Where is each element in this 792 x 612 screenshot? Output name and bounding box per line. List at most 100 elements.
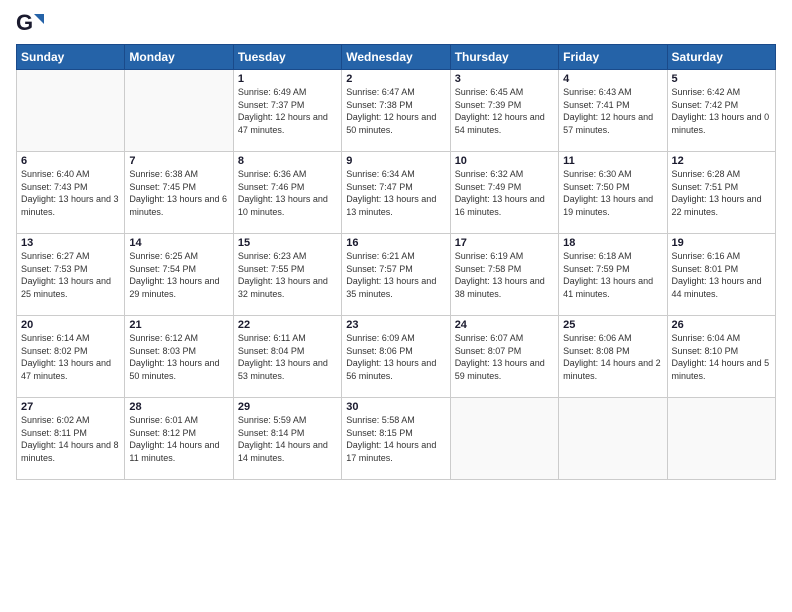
table-row: 3Sunrise: 6:45 AM Sunset: 7:39 PM Daylig… xyxy=(450,70,558,152)
calendar-week-row: 1Sunrise: 6:49 AM Sunset: 7:37 PM Daylig… xyxy=(17,70,776,152)
day-number: 3 xyxy=(455,73,554,85)
day-info: Sunrise: 6:42 AM Sunset: 7:42 PM Dayligh… xyxy=(672,86,771,136)
col-sunday: Sunday xyxy=(17,45,125,70)
day-info: Sunrise: 6:12 AM Sunset: 8:03 PM Dayligh… xyxy=(129,332,228,382)
table-row xyxy=(450,398,558,480)
day-info: Sunrise: 6:28 AM Sunset: 7:51 PM Dayligh… xyxy=(672,168,771,218)
logo-icon: G xyxy=(16,10,44,38)
logo: G xyxy=(16,10,48,38)
day-info: Sunrise: 6:11 AM Sunset: 8:04 PM Dayligh… xyxy=(238,332,337,382)
table-row: 26Sunrise: 6:04 AM Sunset: 8:10 PM Dayli… xyxy=(667,316,775,398)
day-info: Sunrise: 6:38 AM Sunset: 7:45 PM Dayligh… xyxy=(129,168,228,218)
day-info: Sunrise: 5:59 AM Sunset: 8:14 PM Dayligh… xyxy=(238,414,337,464)
table-row: 9Sunrise: 6:34 AM Sunset: 7:47 PM Daylig… xyxy=(342,152,450,234)
table-row xyxy=(667,398,775,480)
col-thursday: Thursday xyxy=(450,45,558,70)
table-row: 1Sunrise: 6:49 AM Sunset: 7:37 PM Daylig… xyxy=(233,70,341,152)
calendar-week-row: 20Sunrise: 6:14 AM Sunset: 8:02 PM Dayli… xyxy=(17,316,776,398)
table-row: 11Sunrise: 6:30 AM Sunset: 7:50 PM Dayli… xyxy=(559,152,667,234)
col-monday: Monday xyxy=(125,45,233,70)
col-wednesday: Wednesday xyxy=(342,45,450,70)
day-info: Sunrise: 6:07 AM Sunset: 8:07 PM Dayligh… xyxy=(455,332,554,382)
day-number: 23 xyxy=(346,319,445,331)
table-row xyxy=(125,70,233,152)
day-number: 8 xyxy=(238,155,337,167)
day-info: Sunrise: 6:14 AM Sunset: 8:02 PM Dayligh… xyxy=(21,332,120,382)
table-row: 25Sunrise: 6:06 AM Sunset: 8:08 PM Dayli… xyxy=(559,316,667,398)
table-row: 27Sunrise: 6:02 AM Sunset: 8:11 PM Dayli… xyxy=(17,398,125,480)
day-number: 13 xyxy=(21,237,120,249)
day-info: Sunrise: 6:16 AM Sunset: 8:01 PM Dayligh… xyxy=(672,250,771,300)
table-row: 22Sunrise: 6:11 AM Sunset: 8:04 PM Dayli… xyxy=(233,316,341,398)
day-info: Sunrise: 6:49 AM Sunset: 7:37 PM Dayligh… xyxy=(238,86,337,136)
day-info: Sunrise: 6:40 AM Sunset: 7:43 PM Dayligh… xyxy=(21,168,120,218)
day-number: 22 xyxy=(238,319,337,331)
table-row: 15Sunrise: 6:23 AM Sunset: 7:55 PM Dayli… xyxy=(233,234,341,316)
col-friday: Friday xyxy=(559,45,667,70)
day-number: 7 xyxy=(129,155,228,167)
table-row: 24Sunrise: 6:07 AM Sunset: 8:07 PM Dayli… xyxy=(450,316,558,398)
table-row xyxy=(559,398,667,480)
table-row: 2Sunrise: 6:47 AM Sunset: 7:38 PM Daylig… xyxy=(342,70,450,152)
day-info: Sunrise: 6:47 AM Sunset: 7:38 PM Dayligh… xyxy=(346,86,445,136)
day-info: Sunrise: 6:30 AM Sunset: 7:50 PM Dayligh… xyxy=(563,168,662,218)
col-saturday: Saturday xyxy=(667,45,775,70)
table-row: 4Sunrise: 6:43 AM Sunset: 7:41 PM Daylig… xyxy=(559,70,667,152)
day-number: 16 xyxy=(346,237,445,249)
svg-text:G: G xyxy=(16,10,33,35)
day-info: Sunrise: 6:43 AM Sunset: 7:41 PM Dayligh… xyxy=(563,86,662,136)
day-info: Sunrise: 6:23 AM Sunset: 7:55 PM Dayligh… xyxy=(238,250,337,300)
day-info: Sunrise: 6:34 AM Sunset: 7:47 PM Dayligh… xyxy=(346,168,445,218)
header: G xyxy=(16,10,776,38)
day-info: Sunrise: 6:09 AM Sunset: 8:06 PM Dayligh… xyxy=(346,332,445,382)
table-row: 23Sunrise: 6:09 AM Sunset: 8:06 PM Dayli… xyxy=(342,316,450,398)
day-number: 2 xyxy=(346,73,445,85)
table-row: 19Sunrise: 6:16 AM Sunset: 8:01 PM Dayli… xyxy=(667,234,775,316)
day-number: 20 xyxy=(21,319,120,331)
table-row: 29Sunrise: 5:59 AM Sunset: 8:14 PM Dayli… xyxy=(233,398,341,480)
day-info: Sunrise: 5:58 AM Sunset: 8:15 PM Dayligh… xyxy=(346,414,445,464)
day-info: Sunrise: 6:25 AM Sunset: 7:54 PM Dayligh… xyxy=(129,250,228,300)
day-info: Sunrise: 6:02 AM Sunset: 8:11 PM Dayligh… xyxy=(21,414,120,464)
day-number: 4 xyxy=(563,73,662,85)
table-row: 21Sunrise: 6:12 AM Sunset: 8:03 PM Dayli… xyxy=(125,316,233,398)
table-row: 8Sunrise: 6:36 AM Sunset: 7:46 PM Daylig… xyxy=(233,152,341,234)
table-row xyxy=(17,70,125,152)
calendar-header-row: Sunday Monday Tuesday Wednesday Thursday… xyxy=(17,45,776,70)
day-number: 19 xyxy=(672,237,771,249)
day-info: Sunrise: 6:01 AM Sunset: 8:12 PM Dayligh… xyxy=(129,414,228,464)
day-number: 15 xyxy=(238,237,337,249)
day-number: 25 xyxy=(563,319,662,331)
day-number: 14 xyxy=(129,237,228,249)
calendar-week-row: 13Sunrise: 6:27 AM Sunset: 7:53 PM Dayli… xyxy=(17,234,776,316)
day-number: 9 xyxy=(346,155,445,167)
day-info: Sunrise: 6:21 AM Sunset: 7:57 PM Dayligh… xyxy=(346,250,445,300)
day-number: 5 xyxy=(672,73,771,85)
table-row: 30Sunrise: 5:58 AM Sunset: 8:15 PM Dayli… xyxy=(342,398,450,480)
table-row: 13Sunrise: 6:27 AM Sunset: 7:53 PM Dayli… xyxy=(17,234,125,316)
day-info: Sunrise: 6:19 AM Sunset: 7:58 PM Dayligh… xyxy=(455,250,554,300)
day-info: Sunrise: 6:06 AM Sunset: 8:08 PM Dayligh… xyxy=(563,332,662,382)
day-number: 17 xyxy=(455,237,554,249)
day-info: Sunrise: 6:04 AM Sunset: 8:10 PM Dayligh… xyxy=(672,332,771,382)
day-number: 11 xyxy=(563,155,662,167)
day-number: 18 xyxy=(563,237,662,249)
table-row: 12Sunrise: 6:28 AM Sunset: 7:51 PM Dayli… xyxy=(667,152,775,234)
table-row: 7Sunrise: 6:38 AM Sunset: 7:45 PM Daylig… xyxy=(125,152,233,234)
calendar-week-row: 27Sunrise: 6:02 AM Sunset: 8:11 PM Dayli… xyxy=(17,398,776,480)
day-number: 1 xyxy=(238,73,337,85)
table-row: 28Sunrise: 6:01 AM Sunset: 8:12 PM Dayli… xyxy=(125,398,233,480)
day-number: 10 xyxy=(455,155,554,167)
page: G Sunday Monday Tuesday Wednesday Thursd… xyxy=(0,0,792,612)
day-info: Sunrise: 6:32 AM Sunset: 7:49 PM Dayligh… xyxy=(455,168,554,218)
day-number: 24 xyxy=(455,319,554,331)
day-info: Sunrise: 6:36 AM Sunset: 7:46 PM Dayligh… xyxy=(238,168,337,218)
day-number: 27 xyxy=(21,401,120,413)
day-number: 21 xyxy=(129,319,228,331)
day-number: 6 xyxy=(21,155,120,167)
day-info: Sunrise: 6:27 AM Sunset: 7:53 PM Dayligh… xyxy=(21,250,120,300)
day-number: 12 xyxy=(672,155,771,167)
table-row: 17Sunrise: 6:19 AM Sunset: 7:58 PM Dayli… xyxy=(450,234,558,316)
table-row: 18Sunrise: 6:18 AM Sunset: 7:59 PM Dayli… xyxy=(559,234,667,316)
day-number: 30 xyxy=(346,401,445,413)
